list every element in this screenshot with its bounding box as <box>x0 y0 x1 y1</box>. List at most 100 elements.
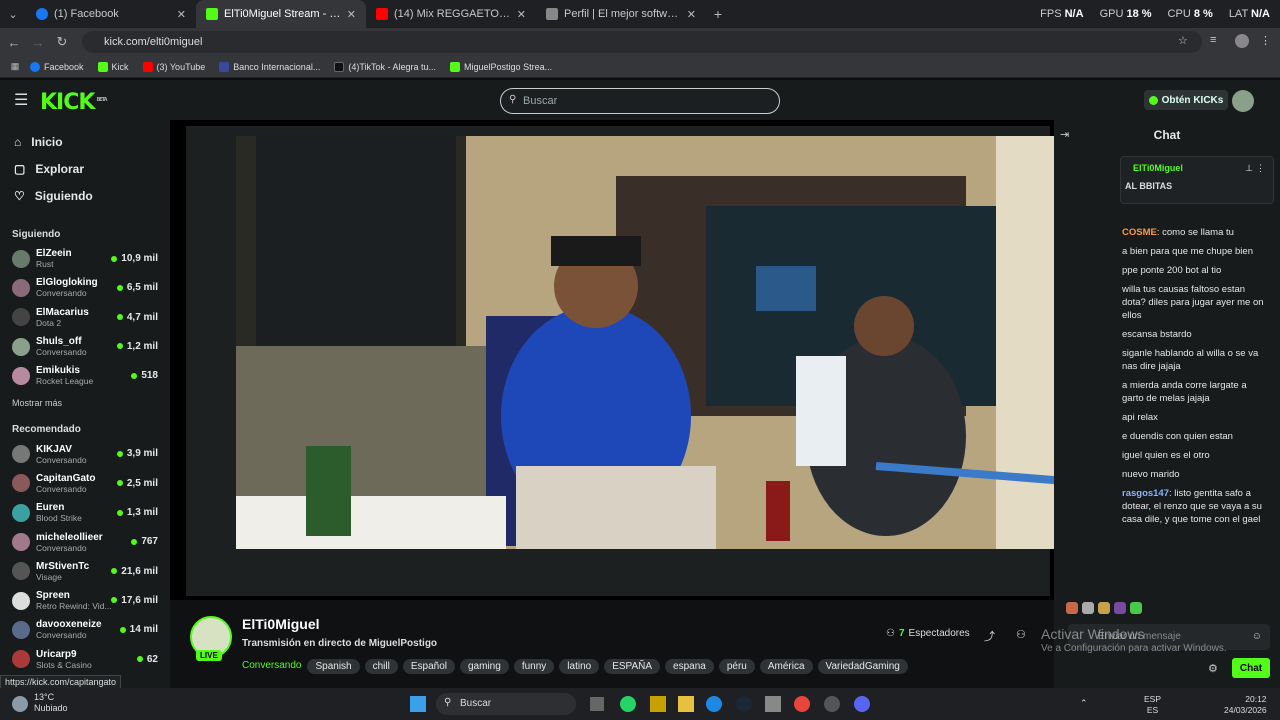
stream-tag[interactable]: péru <box>718 659 755 674</box>
sidebar-channel[interactable]: CapitanGato Conversando 2,5 mil <box>0 469 170 498</box>
whatsapp-icon[interactable] <box>620 696 636 712</box>
pinned-message[interactable]: ElTi0Miguel AL BBITAS ⊥ ⋮ <box>1120 156 1274 204</box>
stream-tag[interactable]: latino <box>559 659 600 674</box>
stream-tag[interactable]: VariedadGaming <box>817 659 908 674</box>
file-explorer-icon[interactable] <box>678 696 694 712</box>
discord-icon[interactable] <box>854 696 870 712</box>
store-icon[interactable] <box>765 696 781 712</box>
chat-username[interactable]: rasgos147 <box>1122 488 1169 499</box>
sidebar-channel[interactable]: ElZeein Rust 10,9 mil <box>0 244 170 273</box>
nav-explorar[interactable]: ▢ Explorar <box>0 155 170 182</box>
fps-label: FPS <box>1040 8 1062 20</box>
tab-search-icon[interactable]: ⌄ <box>0 8 26 21</box>
show-more-link[interactable]: Mostrar más <box>0 390 170 416</box>
tab-perfil[interactable]: Perfil | El mejor software para p ✕ <box>536 0 706 28</box>
emote-icon[interactable] <box>1066 602 1078 614</box>
nav-label: Inicio <box>31 134 63 149</box>
fps-value: N/A <box>1064 8 1084 20</box>
tab-facebook[interactable]: (1) Facebook ✕ <box>26 0 196 28</box>
stream-tag[interactable]: chill <box>364 659 398 674</box>
task-view-icon[interactable] <box>590 697 604 711</box>
bookmark-youtube[interactable]: (3) YouTube <box>142 61 205 72</box>
chat-username[interactable]: COSME <box>1122 227 1157 238</box>
bookmark-facebook[interactable]: Facebook <box>30 61 84 72</box>
clock[interactable]: 20:12 24/03/2026 <box>1224 694 1267 716</box>
emote-icon[interactable] <box>1114 602 1126 614</box>
close-icon[interactable]: ✕ <box>517 8 526 21</box>
back-icon[interactable]: ← <box>2 35 26 50</box>
weather-widget[interactable]: 13°C Nubiado <box>34 692 68 714</box>
lang-secondary: ES <box>1146 705 1159 715</box>
sidebar-channel[interactable]: KIKJAV Conversando 3,9 mil <box>0 439 170 468</box>
stream-tag[interactable]: Español <box>402 659 455 674</box>
bookmark-miguelpostigo[interactable]: MiguelPostigo Strea... <box>450 61 552 72</box>
stream-tag[interactable]: espana <box>665 659 714 674</box>
stream-tag[interactable]: ESPAÑA <box>604 659 661 674</box>
bookmark-tiktok[interactable]: (4)TikTok - Alegra tu... <box>334 61 436 72</box>
emoji-icon[interactable]: ☺ <box>1252 631 1262 642</box>
stream-tag[interactable]: Spanish <box>307 659 360 674</box>
tab-youtube[interactable]: (14) Mix REGGAETON VIEJO ✕ <box>366 0 536 28</box>
forward-icon[interactable]: → <box>26 35 50 50</box>
category-link[interactable]: Conversando <box>242 660 301 671</box>
close-icon[interactable]: ✕ <box>177 8 186 21</box>
nav-inicio[interactable]: ⌂ Inicio <box>0 128 170 155</box>
tab-title: (14) Mix REGGAETON VIEJO <box>394 8 511 20</box>
weather-icon[interactable] <box>12 696 28 712</box>
obs-icon[interactable] <box>824 696 840 712</box>
close-icon[interactable]: ✕ <box>687 8 696 21</box>
sidebar-channel[interactable]: Shuls_off Conversando 1,2 mil <box>0 332 170 361</box>
sidebar-channel[interactable]: Euren Blood Strike 1,3 mil <box>0 498 170 527</box>
channel-name[interactable]: ElTi0Miguel <box>242 616 320 632</box>
sidebar-channel[interactable]: MrStivenTc Visage 21,6 mil <box>0 557 170 586</box>
chat-text: siganle hablando al willa o se va nas di… <box>1122 348 1259 372</box>
close-icon[interactable]: ✕ <box>347 8 356 21</box>
sidebar-channel[interactable]: davooxeneize Conversando 14 mil <box>0 615 170 644</box>
sidebar-channel[interactable]: micheleollieer Conversando 767 <box>0 527 170 556</box>
language-indicator[interactable]: ESP ES <box>1144 694 1161 716</box>
sidebar-channel[interactable]: Emikukis Rocket League 518 <box>0 361 170 390</box>
reload-icon[interactable]: ↻ <box>50 34 74 50</box>
bookmark-star-icon[interactable]: ☆ <box>1178 34 1188 47</box>
tray-chevron-icon[interactable]: ⌃ <box>1080 698 1088 709</box>
edge-icon[interactable] <box>706 696 722 712</box>
sidebar-channel[interactable]: ElMacarius Dota 2 4,7 mil <box>0 303 170 332</box>
emote-icon[interactable] <box>1130 602 1142 614</box>
search-input[interactable]: ⚲ Buscar <box>500 88 780 114</box>
user-avatar[interactable] <box>1232 90 1254 112</box>
stream-tag[interactable]: gaming <box>460 659 509 674</box>
more-icon[interactable]: ⋮ <box>1256 163 1265 174</box>
sidebar-channel[interactable]: Spreen Retro Rewind: Vid... 17,6 mil <box>0 586 170 615</box>
windows-start-icon[interactable] <box>410 696 426 712</box>
pin-icon[interactable]: ⊥ <box>1245 163 1253 174</box>
get-kicks-button[interactable]: Obtén KICKs <box>1144 90 1228 110</box>
sidebar-channel[interactable]: Uricarp9 Slots & Casino 62 <box>0 645 170 674</box>
stream-tag[interactable]: América <box>759 659 813 674</box>
send-chat-button[interactable]: Chat <box>1232 658 1270 678</box>
share-icon[interactable]: ⤴ <box>984 628 995 644</box>
sidebar-channel[interactable]: ElGlogloking Conversando 6,5 mil <box>0 273 170 302</box>
chrome-icon[interactable] <box>794 696 810 712</box>
app-icon[interactable] <box>650 696 666 712</box>
emote-icon[interactable] <box>1098 602 1110 614</box>
profile-avatar[interactable] <box>1235 34 1249 48</box>
stream-tag[interactable]: funny <box>513 659 555 674</box>
hamburger-menu-icon[interactable]: ☰ <box>14 90 28 110</box>
nav-siguiendo[interactable]: ♡ Siguiendo <box>0 182 170 209</box>
new-tab-button[interactable]: + <box>706 6 730 22</box>
bookmark-kick[interactable]: Kick <box>97 61 129 72</box>
kick-logo[interactable]: KICK BETA <box>40 90 108 115</box>
steam-icon[interactable] <box>736 696 752 712</box>
settings-gear-icon[interactable]: ⚙ <box>1208 662 1218 675</box>
menu-icon[interactable]: ⋮ <box>1260 34 1271 47</box>
url-field[interactable]: kick.com/elti0miguel <box>82 31 1202 53</box>
reading-list-icon[interactable]: ≡ <box>1210 34 1216 46</box>
channel-avatar <box>12 474 30 493</box>
emote-icon[interactable] <box>1082 602 1094 614</box>
apps-icon[interactable]: ▦ <box>0 61 30 72</box>
taskbar-search[interactable]: ⚲ Buscar <box>436 693 576 715</box>
follow-icon[interactable]: ⚇ <box>1016 628 1026 641</box>
tab-kick-stream[interactable]: ElTi0Miguel Stream - Watch Live ✕ <box>196 0 366 28</box>
bookmark-banco[interactable]: Banco Internacional... <box>219 61 320 72</box>
chat-message: ppe ponte 200 bot al tio <box>1110 264 1280 277</box>
